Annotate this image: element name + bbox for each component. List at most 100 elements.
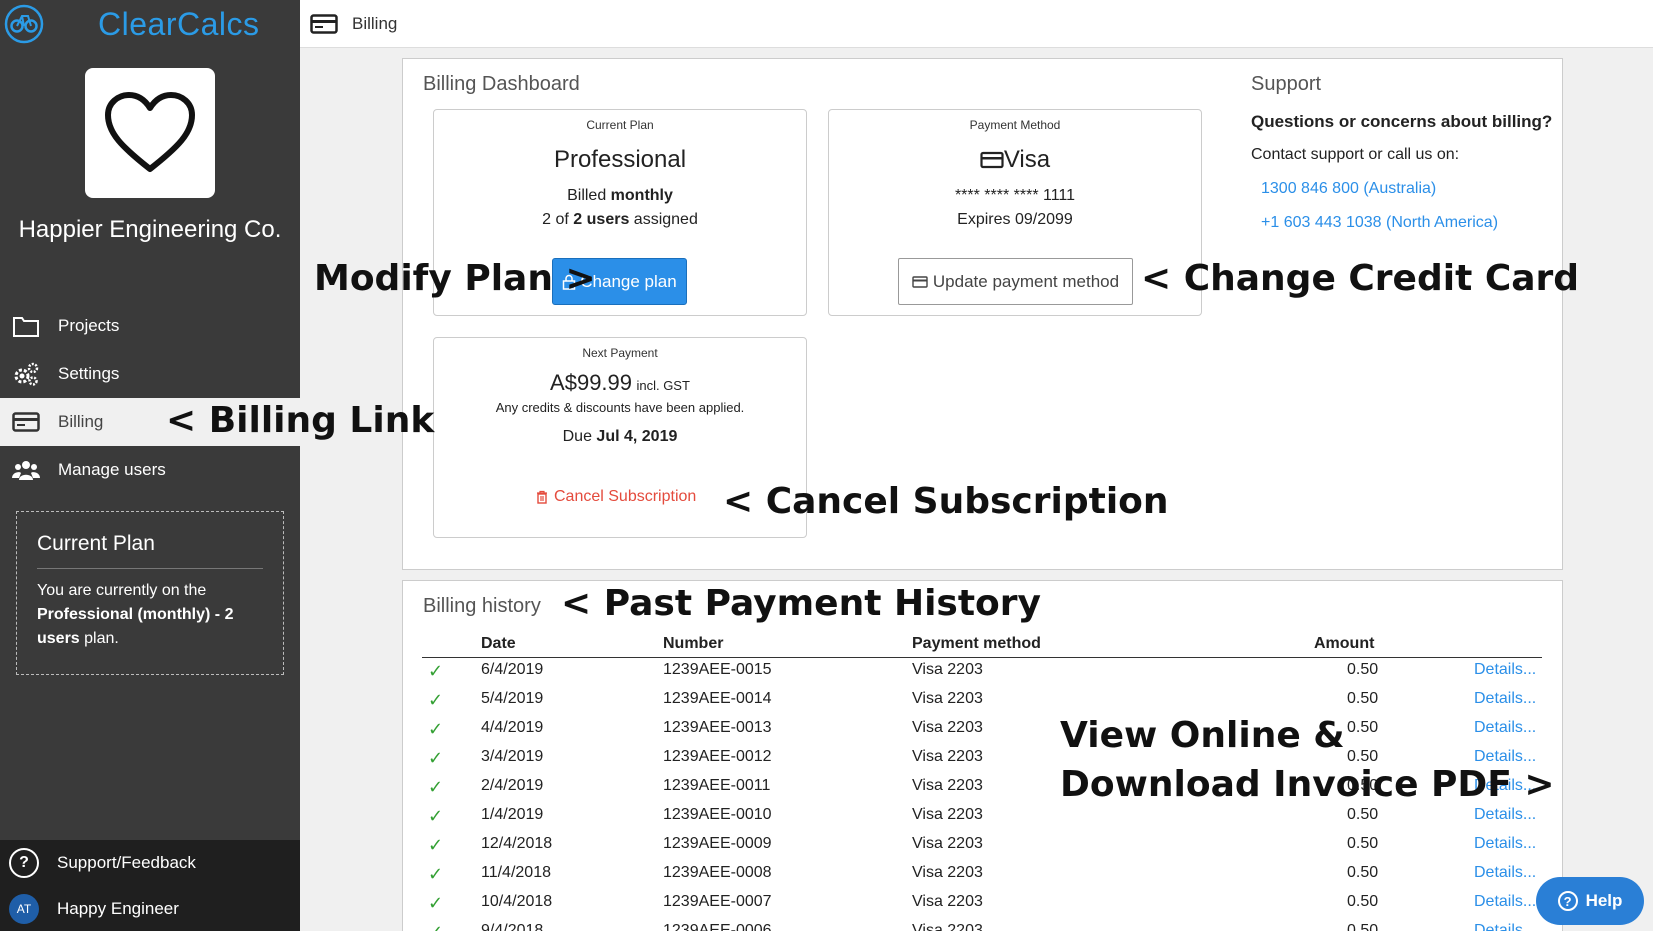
next-payment-amount-row: A$99.99 incl. GST	[434, 370, 806, 396]
row-payment-method: Visa 2203	[912, 893, 983, 910]
cancel-subscription-link[interactable]: Cancel Subscription	[536, 488, 696, 506]
annotation-cancel-subscription: < Cancel Subscription	[723, 481, 1169, 522]
row-number: 1239AEE-0006	[663, 922, 772, 931]
details-link[interactable]: Details...	[1474, 864, 1536, 882]
plan-text-suffix: plan.	[79, 630, 119, 647]
next-payment-note: Any credits & discounts have been applie…	[495, 400, 745, 415]
current-plan-box: Current Plan You are currently on the Pr…	[16, 511, 284, 675]
paid-check-icon: ✓	[428, 922, 443, 931]
table-row: ✓ 6/4/2019 1239AEE-0015 Visa 2203 0.50 Detail…	[422, 658, 1542, 687]
brand-logo-icon	[4, 4, 44, 44]
sidebar-item-settings[interactable]: Settings	[0, 350, 300, 398]
update-payment-label: Update payment method	[932, 271, 1120, 291]
cancel-subscription-label: Cancel Subscription	[554, 488, 697, 505]
paid-check-icon: ✓	[428, 835, 444, 855]
users-prefix: 2 of	[542, 211, 574, 228]
row-date: 10/4/2018	[481, 893, 553, 910]
card-expiry: Expires 09/2099	[957, 211, 1073, 228]
sidebar-item-projects[interactable]: Projects	[0, 302, 300, 350]
users-icon	[12, 456, 40, 484]
help-button[interactable]: ? Help	[1536, 877, 1644, 925]
support-title: Support	[1251, 73, 1322, 95]
row-payment-method: Visa 2203	[912, 777, 983, 794]
row-number: 1239AEE-0012	[663, 748, 772, 765]
sidebar: ClearCalcs Happier Engineering Co. Proje…	[0, 0, 300, 931]
folder-icon	[12, 312, 40, 340]
next-payment-label: Next Payment	[582, 346, 658, 360]
next-payment-due: Due Jul 4, 2019	[434, 425, 806, 449]
row-payment-method: Visa 2203	[912, 719, 983, 736]
update-payment-method-button[interactable]: Update payment method	[898, 258, 1133, 305]
trash-icon	[537, 490, 547, 504]
row-date: 1/4/2019	[481, 806, 544, 823]
phone-north-america-link[interactable]: +1 603 443 1038 (North America)	[1261, 214, 1498, 232]
table-row: ✓ 12/4/2018 1239AEE-0009 Visa 2203 0.50 Detai…	[422, 832, 1542, 861]
row-payment-method: Visa 2203	[912, 806, 983, 823]
paid-check-icon: ✓	[428, 893, 444, 913]
support-feedback-label: Support/Feedback	[57, 853, 196, 872]
support-question: Questions or concerns about billing?	[1251, 112, 1553, 131]
details-link[interactable]: Details...	[1474, 719, 1536, 737]
details-link[interactable]: Details...	[1474, 835, 1536, 853]
table-row: ✓ 11/4/2018 1239AEE-0008 Visa 2203 0.50 Detai…	[422, 861, 1542, 890]
details-link[interactable]: Details...	[1474, 922, 1536, 931]
credit-card-icon	[912, 275, 928, 288]
due-prefix: Due	[562, 428, 597, 445]
annotation-view-online: View Online &	[1060, 715, 1345, 756]
billed-prefix: Billed	[567, 187, 611, 204]
row-date: 12/4/2018	[481, 835, 553, 852]
support-feedback-link[interactable]: ? Support/Feedback	[0, 840, 300, 886]
billing-history-title: Billing history	[423, 595, 541, 617]
help-label: Help	[1585, 891, 1623, 910]
row-date: 2/4/2019	[481, 777, 544, 794]
details-link[interactable]: Details...	[1474, 661, 1536, 679]
credit-card-icon	[310, 13, 338, 34]
sidebar-item-label: Settings	[58, 364, 120, 383]
row-amount: 0.50	[1347, 893, 1379, 910]
company-name: Happier Engineering Co.	[18, 216, 282, 243]
avatar: AT	[9, 894, 39, 924]
column-payment-method: Payment method	[912, 635, 1041, 652]
current-plan-label: Current Plan	[586, 118, 654, 132]
sidebar-nav: Projects Settings Billing Manage users	[0, 302, 300, 494]
users-bold: 2 users	[573, 211, 630, 228]
sidebar-item-label: Manage users	[58, 460, 166, 479]
brand[interactable]: ClearCalcs	[0, 0, 300, 48]
row-payment-method: Visa 2203	[912, 922, 983, 931]
current-plan-text: You are currently on the Professional (m…	[37, 579, 263, 651]
next-payment-tax: incl. GST	[636, 378, 690, 393]
sidebar-bottom: ? Support/Feedback AT Happy Engineer	[0, 840, 300, 931]
paid-check-icon: ✓	[428, 661, 444, 681]
sidebar-item-manage-users[interactable]: Manage users	[0, 446, 300, 494]
paid-check-icon: ✓	[428, 777, 444, 797]
column-date: Date	[481, 635, 516, 652]
user-name: Happy Engineer	[57, 899, 179, 918]
row-date: 3/4/2019	[481, 748, 544, 765]
details-link[interactable]: Details...	[1474, 806, 1536, 824]
sidebar-item-label: Projects	[58, 316, 120, 335]
row-number: 1239AEE-0013	[663, 719, 772, 736]
row-amount: 0.50	[1347, 835, 1379, 852]
card-type: Visa	[829, 146, 1201, 174]
page-title: Billing	[352, 13, 398, 33]
heart-icon	[105, 92, 195, 172]
paid-check-icon: ✓	[428, 864, 444, 884]
row-amount: 0.50	[1347, 922, 1379, 931]
table-row: ✓ 9/4/2018 1239AEE-0006 Visa 2203 0.50 Detail…	[422, 919, 1542, 931]
row-number: 1239AEE-0010	[663, 806, 772, 823]
details-link[interactable]: Details...	[1474, 690, 1536, 708]
row-date: 6/4/2019	[481, 661, 544, 678]
row-payment-method: Visa 2203	[912, 748, 983, 765]
phone-australia-link[interactable]: 1300 846 800 (Australia)	[1261, 180, 1436, 198]
details-link[interactable]: Details...	[1474, 893, 1536, 911]
company-logo	[85, 68, 215, 198]
next-payment-amount: A$99.99	[550, 370, 633, 395]
paid-check-icon: ✓	[428, 719, 444, 739]
table-row: ✓ 5/4/2019 1239AEE-0014 Visa 2203 0.50 Detail…	[422, 687, 1542, 716]
row-amount: 0.50	[1347, 806, 1379, 823]
sidebar-item-label: Billing	[58, 412, 104, 431]
annotation-modify-plan: Modify Plan >	[314, 258, 596, 299]
users-suffix: assigned	[629, 211, 698, 228]
user-menu[interactable]: AT Happy Engineer	[0, 886, 300, 931]
support-contact-text: Contact support or call us on:	[1251, 146, 1460, 163]
